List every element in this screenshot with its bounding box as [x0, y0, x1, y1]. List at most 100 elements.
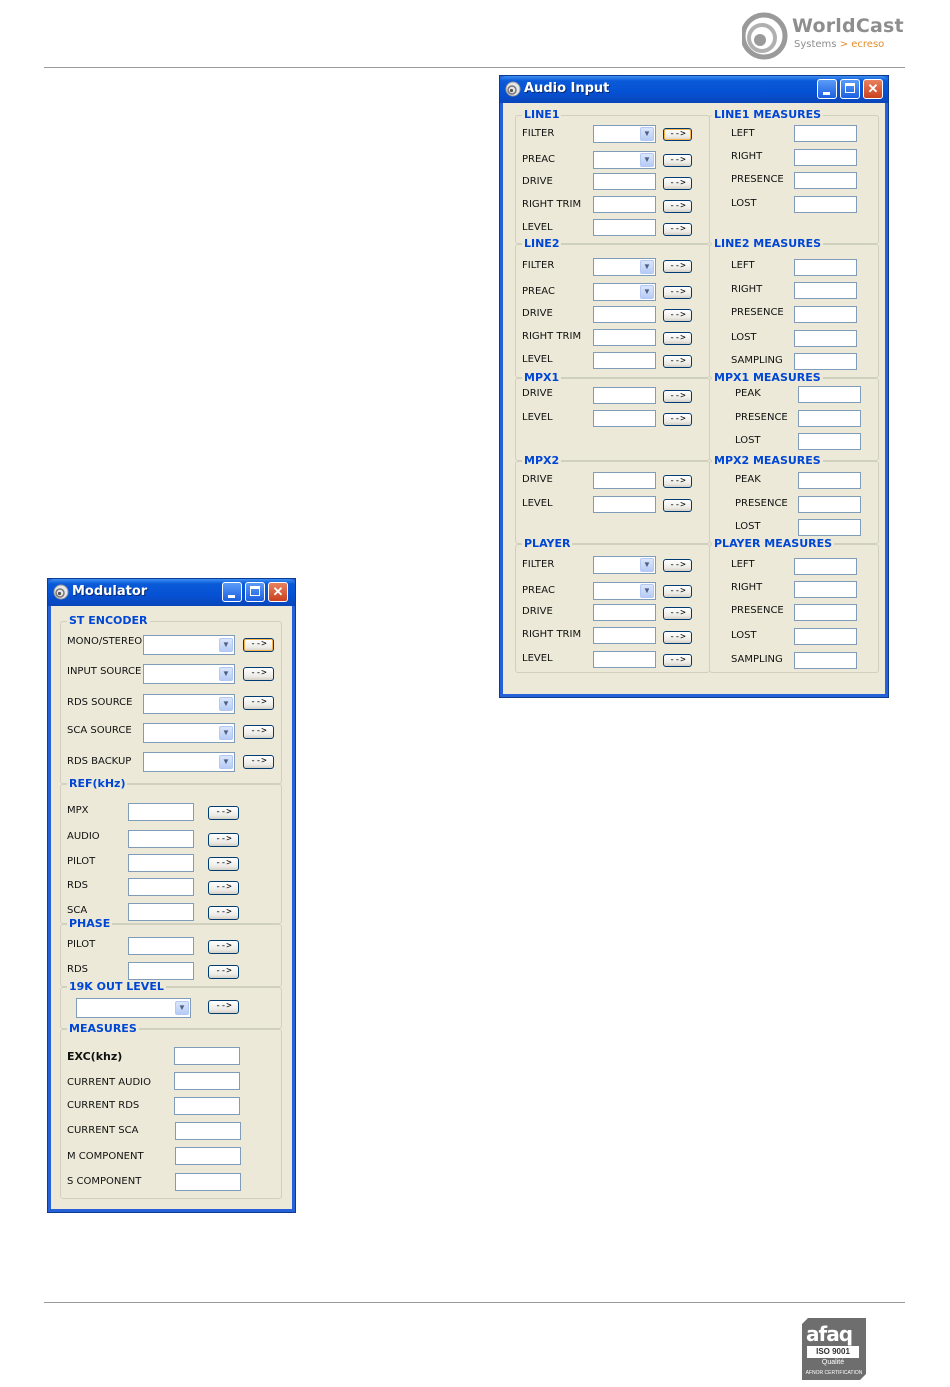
st-encoder-group: ST ENCODER MONO/STEREO ▼ --> INPUT SOURC… [60, 614, 282, 784]
ref-mpx-apply-button[interactable]: --> [208, 806, 239, 820]
line1-drive-apply-button[interactable]: --> [663, 177, 692, 190]
out19k-apply-button[interactable]: --> [208, 1000, 239, 1014]
player-preac-apply-button[interactable]: --> [663, 585, 692, 598]
mono-stereo-select[interactable]: ▼ [143, 635, 235, 655]
player-preac-label: PREAC [522, 585, 555, 596]
mpx1-level-input[interactable] [593, 410, 656, 427]
line1-presence-label: PRESENCE [731, 174, 784, 185]
mpx1-level-apply-button[interactable]: --> [663, 413, 692, 426]
player-right-trim-apply-button[interactable]: --> [663, 631, 692, 644]
player-drive-label: DRIVE [522, 606, 553, 617]
mpx1-measures-group: MPX1 MEASURES PEAK PRESENCE LOST [709, 371, 879, 461]
chevron-down-icon: ▼ [219, 638, 233, 652]
line2-right-trim-input[interactable] [593, 329, 656, 346]
line2-right-trim-label: RIGHT TRIM [522, 331, 582, 342]
line2-right-label: RIGHT [731, 284, 763, 295]
mpx1-peak-value [798, 386, 861, 403]
player-preac-select[interactable]: ▼ [593, 582, 656, 600]
ref-sca-apply-button[interactable]: --> [208, 906, 239, 920]
line2-drive-input[interactable] [593, 306, 656, 323]
ref-rds-apply-button[interactable]: --> [208, 881, 239, 895]
line2-filter-select[interactable]: ▼ [593, 258, 656, 276]
out19k-level-select[interactable]: ▼ [76, 998, 191, 1018]
modulator-titlebar[interactable]: Modulator ✕ [48, 579, 295, 606]
rds-source-select[interactable]: ▼ [143, 694, 235, 714]
out19k-title: 19K OUT LEVEL [67, 980, 166, 993]
phase-pilot-apply-button[interactable]: --> [208, 940, 239, 954]
ref-title: REF(kHz) [67, 777, 128, 790]
line2-right-trim-apply-button[interactable]: --> [663, 332, 692, 345]
mpx2-level-input[interactable] [593, 496, 656, 513]
modulator-window: Modulator ✕ ST ENCODER MONO/STEREO ▼ -->… [47, 578, 296, 1213]
ref-mpx-input[interactable] [128, 803, 194, 821]
player-right-trim-label: RIGHT TRIM [522, 629, 582, 640]
ref-pilot-apply-button[interactable]: --> [208, 857, 239, 871]
mpx2-lost-label: LOST [735, 521, 761, 532]
rds-backup-apply-button[interactable]: --> [243, 755, 274, 769]
line1-preac-select[interactable]: ▼ [593, 151, 656, 169]
ref-audio-input[interactable] [128, 830, 194, 848]
line2-filter-apply-button[interactable]: --> [663, 260, 692, 273]
phase-rds-apply-button[interactable]: --> [208, 965, 239, 979]
mpx2-peak-value [798, 472, 861, 489]
player-level-input[interactable] [593, 651, 656, 668]
minimize-button[interactable] [222, 582, 242, 602]
line1-right-value [794, 149, 857, 166]
line2-title: LINE2 [522, 237, 562, 250]
close-button[interactable]: ✕ [863, 79, 883, 99]
rds-backup-select[interactable]: ▼ [143, 752, 235, 772]
chevron-down-icon: ▼ [640, 285, 654, 299]
sca-source-apply-button[interactable]: --> [243, 725, 274, 739]
mpx2-level-apply-button[interactable]: --> [663, 499, 692, 512]
close-icon: ✕ [272, 584, 284, 599]
audio-input-titlebar[interactable]: Audio Input ✕ [500, 76, 888, 103]
line2-level-apply-button[interactable]: --> [663, 355, 692, 368]
player-right-trim-input[interactable] [593, 627, 656, 644]
line1-level-input[interactable] [593, 219, 656, 236]
player-drive-apply-button[interactable]: --> [663, 607, 692, 620]
rds-source-apply-button[interactable]: --> [243, 696, 274, 710]
mpx2-drive-apply-button[interactable]: --> [663, 475, 692, 488]
ref-sca-input[interactable] [128, 903, 194, 921]
phase-rds-input[interactable] [128, 962, 194, 980]
line2-level-input[interactable] [593, 352, 656, 369]
mono-stereo-apply-button[interactable]: --> [243, 638, 274, 652]
line1-preac-apply-button[interactable]: --> [663, 154, 692, 167]
player-left-label: LEFT [731, 559, 755, 570]
line2-preac-apply-button[interactable]: --> [663, 286, 692, 299]
mpx1-drive-input[interactable] [593, 387, 656, 404]
ref-rds-input[interactable] [128, 878, 194, 896]
ref-pilot-input[interactable] [128, 854, 194, 872]
mpx2-drive-input[interactable] [593, 472, 656, 489]
player-drive-input[interactable] [593, 604, 656, 621]
line1-lost-label: LOST [731, 198, 757, 209]
line2-preac-select[interactable]: ▼ [593, 283, 656, 301]
maximize-button[interactable] [840, 79, 860, 99]
minimize-button[interactable] [817, 79, 837, 99]
line1-right-trim-apply-button[interactable]: --> [663, 200, 692, 213]
player-filter-select[interactable]: ▼ [593, 556, 656, 574]
rds-source-label: RDS SOURCE [67, 697, 133, 708]
sca-source-select[interactable]: ▼ [143, 723, 235, 743]
player-filter-apply-button[interactable]: --> [663, 559, 692, 572]
window-title: Audio Input [524, 81, 610, 96]
line1-right-trim-input[interactable] [593, 196, 656, 213]
rds-backup-label: RDS BACKUP [67, 756, 132, 767]
maximize-button[interactable] [245, 582, 265, 602]
input-source-apply-button[interactable]: --> [243, 667, 274, 681]
input-source-select[interactable]: ▼ [143, 664, 235, 684]
phase-pilot-input[interactable] [128, 937, 194, 955]
mpx1-drive-label: DRIVE [522, 388, 553, 399]
line1-filter-select[interactable]: ▼ [593, 125, 656, 143]
player-lost-label: LOST [731, 630, 757, 641]
line1-filter-apply-button[interactable]: --> [663, 128, 692, 141]
line1-measures-group: LINE1 MEASURES LEFT RIGHT PRESENCE LOST [709, 108, 879, 244]
line1-drive-input[interactable] [593, 173, 656, 190]
player-level-apply-button[interactable]: --> [663, 654, 692, 667]
line2-drive-apply-button[interactable]: --> [663, 309, 692, 322]
line1-level-apply-button[interactable]: --> [663, 223, 692, 236]
close-button[interactable]: ✕ [268, 582, 288, 602]
phase-group: PHASE PILOT --> RDS --> [60, 917, 282, 987]
ref-audio-apply-button[interactable]: --> [208, 833, 239, 847]
mpx1-drive-apply-button[interactable]: --> [663, 390, 692, 403]
